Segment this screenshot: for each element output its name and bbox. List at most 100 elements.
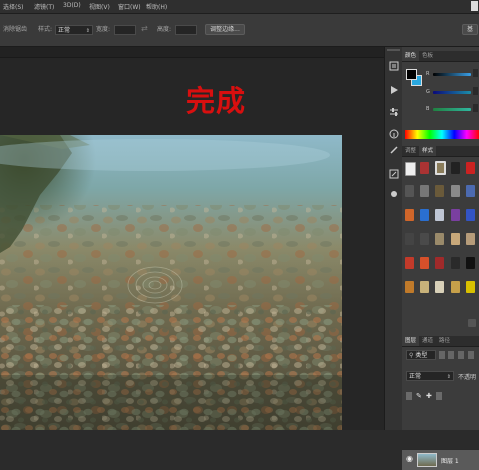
red-slider[interactable] xyxy=(433,73,471,76)
right-panels: 颜色 色板 R G B 调整 样式 图层 通道 路径 ⚲ 类型 正常 ⇕ 不透明… xyxy=(402,47,479,470)
swap-icon[interactable]: ⇄ xyxy=(141,24,148,34)
style-swatch[interactable] xyxy=(420,233,429,245)
history-icon[interactable] xyxy=(387,59,400,72)
menu-3d[interactable]: 3D(D) xyxy=(63,2,81,9)
adjustment-filter-icon[interactable] xyxy=(448,351,454,359)
color-spectrum-bar[interactable] xyxy=(405,130,479,139)
eye-icon[interactable]: ◉ xyxy=(406,454,413,463)
layers-panel-tabs: 图层 通道 路径 xyxy=(402,336,479,347)
shape-filter-icon[interactable] xyxy=(468,351,474,359)
lock-row: ✎ ✚ xyxy=(406,392,479,402)
style-label: 样式: xyxy=(38,26,53,33)
tab-layers[interactable]: 图层 xyxy=(402,336,420,346)
style-swatch[interactable] xyxy=(405,257,414,269)
style-select-value: 正常 xyxy=(58,27,71,34)
style-swatch[interactable] xyxy=(451,185,460,197)
style-swatches-grid xyxy=(402,157,479,297)
style-swatch[interactable] xyxy=(420,209,429,221)
red-value[interactable] xyxy=(473,69,478,77)
style-swatch[interactable] xyxy=(466,185,475,197)
channel-b-label: B xyxy=(426,106,430,112)
new-style-icon[interactable] xyxy=(468,319,476,327)
style-swatch[interactable] xyxy=(466,281,475,293)
channel-g-label: G xyxy=(426,89,430,95)
layer-kind-filter[interactable]: ⚲ 类型 xyxy=(406,350,436,360)
foreground-color-swatch[interactable] xyxy=(406,69,417,80)
style-swatch[interactable] xyxy=(451,162,460,174)
chevron-down-icon: ⇕ xyxy=(85,28,90,34)
dock-grip[interactable] xyxy=(387,49,400,51)
style-swatch[interactable] xyxy=(466,162,475,174)
style-swatch[interactable] xyxy=(451,233,460,245)
brush-icon[interactable] xyxy=(387,143,400,156)
style-select[interactable]: 正常 ⇕ xyxy=(55,25,93,35)
style-swatch[interactable] xyxy=(405,281,414,293)
width-input[interactable] xyxy=(114,25,136,35)
lock-pixels-icon[interactable]: ✎ xyxy=(416,392,422,400)
blue-slider[interactable] xyxy=(433,108,471,111)
style-swatch[interactable] xyxy=(405,185,414,197)
style-swatch[interactable] xyxy=(451,257,460,269)
style-swatch[interactable] xyxy=(420,257,429,269)
style-swatch[interactable] xyxy=(435,185,444,197)
menu-view[interactable]: 视图(V) xyxy=(89,2,110,11)
style-swatch[interactable] xyxy=(405,233,414,245)
style-swatch[interactable] xyxy=(466,209,475,221)
blend-mode-select[interactable]: 正常 ⇕ xyxy=(406,371,454,381)
lock-all-icon[interactable] xyxy=(436,392,442,400)
menu-help[interactable]: 帮助(H) xyxy=(146,2,167,11)
style-swatch[interactable] xyxy=(435,281,444,293)
layer-name[interactable]: 图层 1 xyxy=(441,456,459,465)
chevron-down-icon: ⇕ xyxy=(446,374,451,380)
window-control[interactable] xyxy=(471,1,478,11)
style-swatch[interactable] xyxy=(451,209,460,221)
green-value[interactable] xyxy=(473,87,478,95)
pixel-filter-icon[interactable] xyxy=(439,351,445,359)
style-swatch[interactable] xyxy=(420,281,429,293)
menu-select[interactable]: 选择(S) xyxy=(3,2,24,11)
height-input[interactable] xyxy=(175,25,197,35)
color-panel-tabs: 颜色 色板 xyxy=(402,51,479,62)
tab-channels[interactable]: 通道 xyxy=(419,336,436,346)
filter-icon: ⚲ xyxy=(409,352,414,359)
menu-filter[interactable]: 滤镜(T) xyxy=(34,2,54,11)
style-swatch-selected[interactable] xyxy=(435,161,446,175)
style-swatch[interactable] xyxy=(420,185,429,197)
style-swatch[interactable] xyxy=(435,233,444,245)
layer-kind-value: 类型 xyxy=(415,352,428,359)
style-swatch[interactable] xyxy=(405,209,414,221)
properties-icon[interactable] xyxy=(387,105,400,118)
panel-icon-dock xyxy=(384,47,403,430)
actions-icon[interactable] xyxy=(387,83,400,96)
refine-edge-button[interactable]: 调整边缘... xyxy=(205,24,245,35)
style-swatch[interactable] xyxy=(435,209,444,221)
menu-bar: 选择(S) 滤镜(T) 3D(D) 视图(V) 窗口(W) 帮助(H) xyxy=(0,0,479,14)
tab-adjustments[interactable]: 调整 xyxy=(402,146,419,156)
blue-value[interactable] xyxy=(473,104,478,112)
style-swatch[interactable] xyxy=(420,162,429,174)
layer-row[interactable]: ◉ 图层 1 xyxy=(402,449,479,470)
anti-alias-label: 消除锯齿 xyxy=(3,26,28,33)
canvas-photo xyxy=(0,135,342,430)
width-label: 宽度: xyxy=(96,26,111,33)
clone-source-icon[interactable] xyxy=(387,187,400,200)
options-bar: 消除锯齿 样式: 正常 ⇕ 宽度: ⇄ 高度: 调整边缘... 基 xyxy=(0,14,479,47)
tab-styles[interactable]: 样式 xyxy=(419,146,437,156)
style-swatch[interactable] xyxy=(435,257,444,269)
style-swatch[interactable] xyxy=(405,162,416,176)
menu-window[interactable]: 窗口(W) xyxy=(118,2,141,11)
workspace-button[interactable]: 基 xyxy=(462,24,478,35)
style-swatch[interactable] xyxy=(466,233,475,245)
tab-color[interactable]: 颜色 xyxy=(402,51,420,61)
lock-transparency-icon[interactable] xyxy=(406,392,412,400)
type-filter-icon[interactable] xyxy=(458,351,464,359)
brush-presets-icon[interactable] xyxy=(387,167,400,180)
info-icon[interactable] xyxy=(387,127,400,140)
tab-paths[interactable]: 路径 xyxy=(436,336,453,346)
style-swatch[interactable] xyxy=(466,257,475,269)
style-swatch[interactable] xyxy=(451,281,460,293)
green-slider[interactable] xyxy=(433,91,471,94)
document-tab-bar xyxy=(0,47,384,58)
lock-position-icon[interactable]: ✚ xyxy=(426,392,432,400)
tab-swatches[interactable]: 色板 xyxy=(419,51,436,61)
